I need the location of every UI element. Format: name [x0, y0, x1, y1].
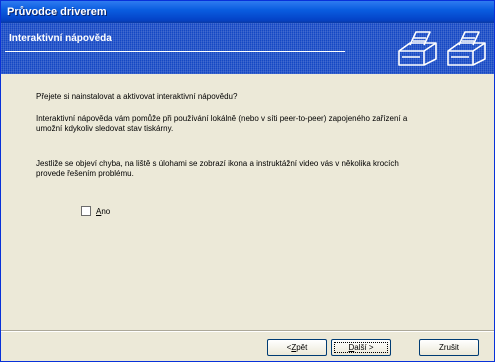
header-banner: Interaktivní nápověda [1, 23, 494, 74]
error-info-line: Jestliže se objeví chyba, na liště s úlo… [36, 159, 399, 168]
cancel-button[interactable]: Zrušit [419, 339, 479, 356]
window-title: Průvodce driverem [1, 1, 494, 23]
banner-title: Interaktivní nápověda [9, 33, 112, 44]
checkbox-box[interactable] [81, 206, 91, 216]
description-line: umožní kdykoliv sledovat stav tiskárny. [36, 124, 174, 133]
printer-icon [398, 31, 437, 66]
question-text: Přejete si nainstalovat a aktivovat inte… [36, 92, 238, 101]
description-paragraph: Interaktivní nápověda vám pomůže při pou… [36, 114, 466, 134]
installer-window: Průvodce driverem Interaktivní nápověda [0, 0, 495, 362]
banner-divider [5, 51, 345, 52]
install-help-checkbox[interactable]: Ano [81, 206, 110, 216]
next-button[interactable]: Další > [331, 339, 391, 356]
error-info-line: provede řešením problému. [36, 169, 134, 178]
error-info-paragraph: Jestliže se objeví chyba, na liště s úlo… [36, 159, 466, 179]
content-area: Přejete si nainstalovat a aktivovat inte… [1, 74, 494, 330]
description-line: Interaktivní nápověda vám pomůže při pou… [36, 114, 408, 123]
footer-divider-highlight [1, 331, 494, 332]
checkbox-label[interactable]: Ano [96, 207, 110, 216]
back-button[interactable]: < Zpět [267, 339, 327, 356]
printer-icon [447, 31, 486, 66]
